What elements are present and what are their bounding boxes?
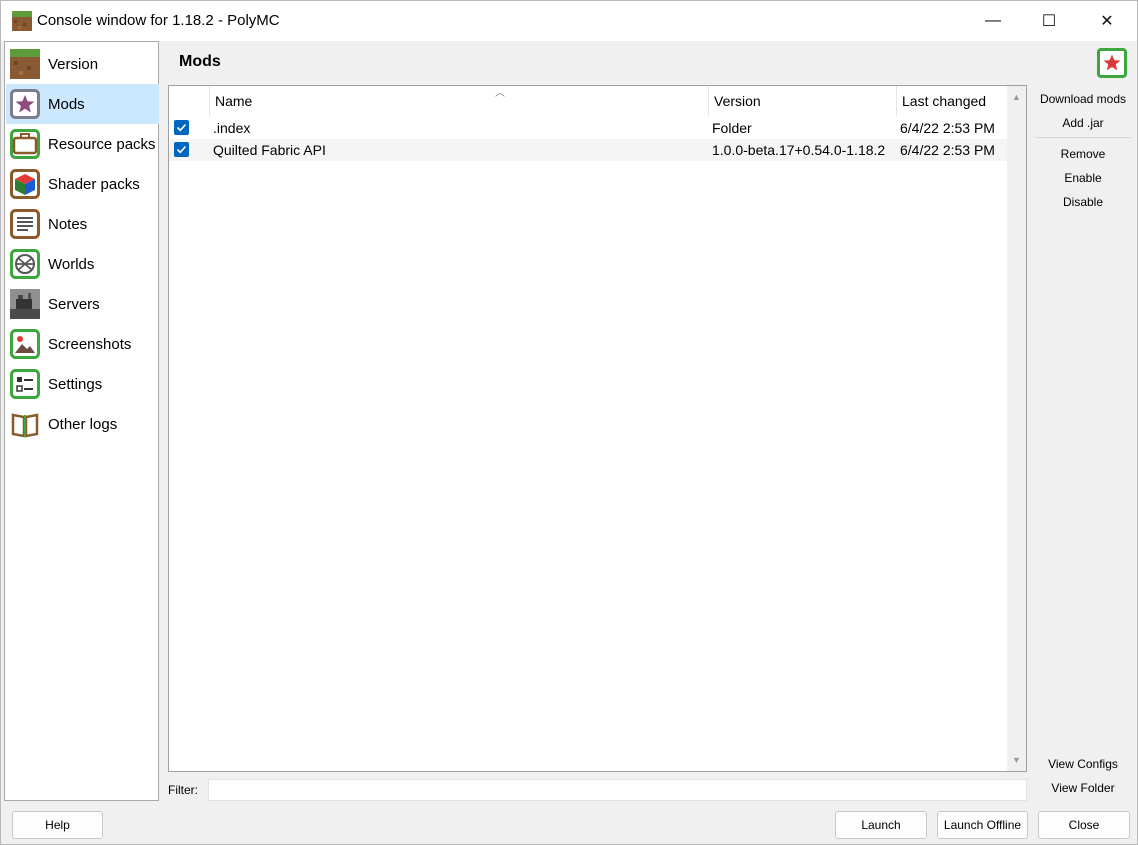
sidebar-item-label: Notes [48,215,88,233]
separator [1035,137,1131,138]
console-window: Console window for 1.18.2 - PolyMC — ☐ ✕… [0,0,1138,845]
grass-block-icon [12,11,32,31]
filter-input[interactable] [208,779,1027,801]
sidebar-item-label: Worlds [48,255,95,273]
help-button[interactable]: Help [12,811,103,839]
sidebar-item-label: Servers [48,295,100,313]
sidebar-item-label: Screenshots [48,335,132,353]
mod-name: Quilted Fabric API [213,142,326,158]
picture-icon [10,329,40,359]
download-mods-button[interactable]: Download mods [1033,92,1133,106]
mod-last-changed: 6/4/22 2:53 PM [900,142,995,158]
column-header-last-changed[interactable]: Last changed [896,86,1007,116]
scroll-down-icon[interactable]: ▼ [1007,755,1026,765]
grass-block-icon [10,49,40,79]
view-configs-button[interactable]: View Configs [1033,757,1133,771]
sidebar-item-label: Settings [48,375,103,393]
enabled-checkbox[interactable] [174,142,189,157]
sidebar-item-shader-packs[interactable]: Shader packs [6,164,159,204]
page-title: Mods [179,53,221,70]
column-header-label: Version [714,93,761,109]
sidebar-item-screenshots[interactable]: Screenshots [6,324,159,364]
launch-offline-button[interactable]: Launch Offline [937,811,1028,839]
scroll-up-icon[interactable]: ▲ [1007,92,1026,102]
maximize-button[interactable]: ☐ [1020,1,1078,41]
table-row[interactable]: .index Folder 6/4/22 2:53 PM [169,117,1007,139]
sidebar-item-resource-packs[interactable]: Resource packs [6,124,159,164]
remove-button[interactable]: Remove [1033,147,1133,161]
close-icon: ✕ [1100,13,1114,30]
filter-label: Filter: [168,783,198,797]
column-header-version[interactable]: Version [708,86,896,116]
sidebar-item-label: Mods [48,95,85,113]
sidebar-item-label: Shader packs [48,175,140,193]
notes-icon [10,209,40,239]
mod-version: 1.0.0-beta.17+0.54.0-1.18.2 [712,142,886,158]
column-header-label: Name [215,93,253,109]
disable-button[interactable]: Disable [1033,195,1133,209]
sidebar-item-servers[interactable]: Servers [6,284,159,324]
sidebar-item-settings[interactable]: Settings [6,364,159,404]
minimize-icon: — [985,12,1001,29]
mod-name: .index [213,120,251,136]
checkbox-column-header[interactable] [169,86,209,116]
close-button[interactable]: Close [1038,811,1130,839]
book-icon [11,413,39,438]
globe-icon [10,249,40,279]
sidebar-item-mods[interactable]: Mods [6,84,159,124]
sidebar-item-label: Version [48,55,99,73]
sidebar-item-other-logs[interactable]: Other logs [6,404,159,444]
server-icon [10,289,40,319]
enable-button[interactable]: Enable [1033,171,1133,185]
briefcase-icon [10,129,40,159]
checklist-icon [10,369,40,399]
mods-table: Name ︿ Version Last changed .index Folde… [168,85,1027,772]
sidebar-item-worlds[interactable]: Worlds [6,244,159,284]
checkmark-icon [176,123,187,132]
sort-ascending-icon: ︿ [495,88,505,99]
mod-last-changed: 6/4/22 2:53 PM [900,120,995,136]
minimize-button[interactable]: — [964,1,1022,41]
table-row[interactable]: Quilted Fabric API 1.0.0-beta.17+0.54.0-… [169,139,1007,161]
checkmark-icon [176,145,187,154]
maximize-icon: ☐ [1041,13,1057,30]
star-icon [10,89,40,119]
sidebar-item-label: Other logs [48,415,118,433]
sidebar-item-version[interactable]: Version [6,44,159,84]
column-header-label: Last changed [902,93,987,109]
sidebar-item-label: Resource packs [48,135,156,153]
star-icon [1097,48,1127,78]
title-bar: Console window for 1.18.2 - PolyMC — ☐ ✕ [1,1,1137,41]
sidebar-item-notes[interactable]: Notes [6,204,159,244]
cube-icon [10,169,40,199]
window-title: Console window for 1.18.2 - PolyMC [37,12,280,29]
table-header: Name ︿ Version Last changed [169,86,1007,116]
add-jar-button[interactable]: Add .jar [1033,116,1133,130]
view-folder-button[interactable]: View Folder [1033,781,1133,795]
close-window-button[interactable]: ✕ [1078,1,1136,41]
enabled-checkbox[interactable] [174,120,189,135]
launch-button[interactable]: Launch [835,811,927,839]
mod-version: Folder [712,120,752,136]
sidebar: Version Mods Resource packs Shader packs… [4,41,159,801]
column-header-name[interactable]: Name ︿ [209,86,708,116]
vertical-scrollbar[interactable]: ▲ ▼ [1007,86,1026,771]
